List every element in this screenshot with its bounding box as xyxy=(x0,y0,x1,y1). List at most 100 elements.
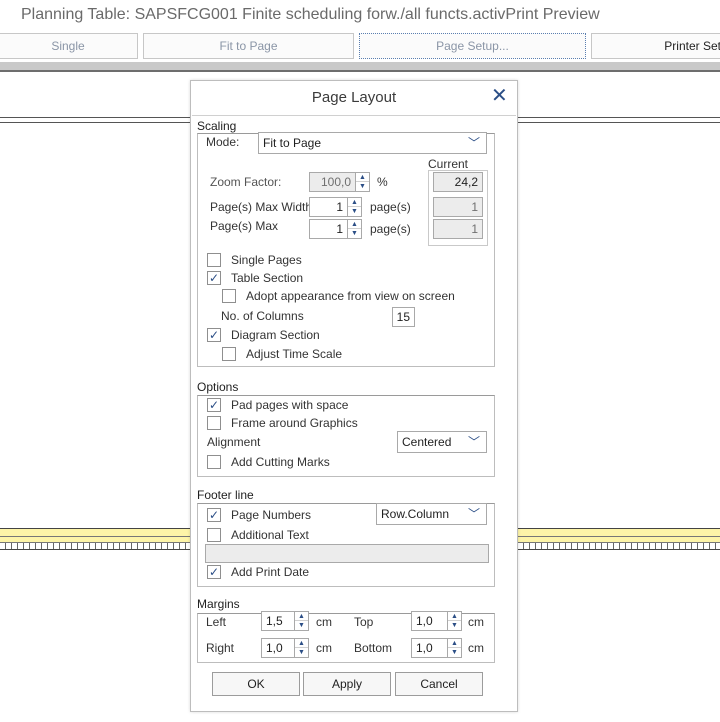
zoom-current-value: 24,2 xyxy=(433,172,483,192)
table-section-checkbox[interactable]: ✓ xyxy=(207,271,221,285)
spin-down-icon[interactable]: ▼ xyxy=(348,229,361,238)
max-width-input[interactable]: 1 xyxy=(309,197,348,217)
bottom-margin-spinner[interactable]: ▲ ▼ xyxy=(448,638,462,658)
spin-down-icon[interactable]: ▼ xyxy=(448,648,461,657)
additional-text-label: Additional Text xyxy=(231,528,309,542)
top-margin-unit: cm xyxy=(468,615,484,629)
preview-header-bar xyxy=(0,62,720,72)
adopt-appearance-label: Adopt appearance from view on screen xyxy=(246,289,455,303)
max-current-value: 1 xyxy=(433,219,483,239)
zoom-factor-spinner[interactable]: ▲ ▼ xyxy=(356,172,370,192)
frame-graphics-checkbox[interactable] xyxy=(207,416,221,430)
left-margin-unit: cm xyxy=(316,615,332,629)
right-margin-unit: cm xyxy=(316,641,332,655)
alignment-select[interactable]: Centered ﹀ xyxy=(397,431,487,453)
max-input[interactable]: 1 xyxy=(309,219,348,239)
additional-text-checkbox[interactable] xyxy=(207,528,221,542)
mode-select[interactable]: Fit to Page ﹀ xyxy=(258,132,487,154)
columns-label: No. of Columns xyxy=(221,309,304,323)
fit-to-page-button[interactable]: Fit to Page xyxy=(143,33,354,59)
single-button[interactable]: Single xyxy=(0,33,138,59)
bottom-margin-unit: cm xyxy=(468,641,484,655)
left-margin-label: Left xyxy=(206,615,227,629)
spin-down-icon[interactable]: ▼ xyxy=(356,182,369,191)
page-setup-button[interactable]: Page Setup... xyxy=(359,33,586,59)
cutting-marks-label: Add Cutting Marks xyxy=(231,455,330,469)
top-margin-label: Top xyxy=(354,615,374,629)
max-width-current-value: 1 xyxy=(433,197,483,217)
top-margin-input[interactable]: 1,0 xyxy=(411,611,448,631)
zoom-unit: % xyxy=(377,175,388,189)
spin-up-icon[interactable]: ▲ xyxy=(295,612,308,621)
window-title: Planning Table: SAPSFCG001 Finite schedu… xyxy=(21,6,600,23)
spin-up-icon[interactable]: ▲ xyxy=(356,173,369,182)
margins-group-label: Margins xyxy=(197,597,240,611)
page-numbers-checkbox[interactable]: ✓ xyxy=(207,508,221,522)
spin-down-icon[interactable]: ▼ xyxy=(295,621,308,630)
diagram-section-checkbox[interactable]: ✓ xyxy=(207,328,221,342)
dialog-title: Page Layout xyxy=(311,89,397,106)
left-margin-input[interactable]: 1,5 xyxy=(261,611,295,631)
ok-button[interactable]: OK xyxy=(212,672,300,696)
page-layout-dialog: Page Layout ✕ Scaling Mode: Fit to Page … xyxy=(190,80,518,712)
right-margin-spinner[interactable]: ▲ ▼ xyxy=(295,638,309,658)
title-separator xyxy=(192,115,516,116)
spin-up-icon[interactable]: ▲ xyxy=(348,220,361,229)
max-width-label: Page(s) Max Width xyxy=(210,200,313,214)
preview-gantt-strip-left xyxy=(0,528,190,550)
mode-value: Fit to Page xyxy=(263,136,322,150)
bottom-margin-label: Bottom xyxy=(354,641,393,655)
chevron-down-icon: ﹀ xyxy=(467,435,480,449)
alignment-label: Alignment xyxy=(207,435,261,449)
footer-group-label: Footer line xyxy=(197,488,254,502)
chevron-down-icon: ﹀ xyxy=(467,507,480,521)
chevron-down-icon: ﹀ xyxy=(467,136,480,150)
pad-pages-label: Pad pages with space xyxy=(231,398,349,412)
zoom-factor-label: Zoom Factor: xyxy=(210,175,282,189)
spin-down-icon[interactable]: ▼ xyxy=(295,648,308,657)
bottom-margin-input[interactable]: 1,0 xyxy=(411,638,448,658)
columns-input[interactable]: 15 xyxy=(392,307,415,327)
scaling-group-label: Scaling xyxy=(197,119,237,133)
options-group-label: Options xyxy=(197,380,239,394)
right-margin-label: Right xyxy=(206,641,235,655)
spin-down-icon[interactable]: ▼ xyxy=(448,621,461,630)
spin-down-icon[interactable]: ▼ xyxy=(348,207,361,216)
adopt-appearance-checkbox[interactable] xyxy=(222,289,236,303)
spin-up-icon[interactable]: ▲ xyxy=(295,639,308,648)
table-section-label: Table Section xyxy=(231,271,304,285)
printer-settings-button[interactable]: Printer Set xyxy=(591,33,720,59)
max-label: Page(s) Max xyxy=(210,219,279,233)
preview-gantt-strip-right xyxy=(518,528,720,550)
right-margin-input[interactable]: 1,0 xyxy=(261,638,295,658)
single-pages-label: Single Pages xyxy=(231,253,302,267)
max-spinner[interactable]: ▲ ▼ xyxy=(348,219,362,239)
spin-up-icon[interactable]: ▲ xyxy=(348,198,361,207)
page-numbers-format-value: Row.Column xyxy=(381,507,450,521)
spin-up-icon[interactable]: ▲ xyxy=(448,639,461,648)
apply-button[interactable]: Apply xyxy=(303,672,391,696)
zoom-factor-input[interactable]: 100,0 xyxy=(309,172,356,192)
current-label: Current xyxy=(428,157,469,171)
toolbar: Single Fit to Page Page Setup... Printer… xyxy=(0,30,720,62)
adjust-time-scale-checkbox[interactable] xyxy=(222,347,236,361)
max-unit: page(s) xyxy=(370,222,411,236)
page-numbers-label: Page Numbers xyxy=(231,508,312,522)
max-width-spinner[interactable]: ▲ ▼ xyxy=(348,197,362,217)
print-date-checkbox[interactable]: ✓ xyxy=(207,565,221,579)
close-icon[interactable]: ✕ xyxy=(491,86,508,106)
print-date-label: Add Print Date xyxy=(231,565,310,579)
cutting-marks-checkbox[interactable] xyxy=(207,455,221,469)
mode-label: Mode: xyxy=(206,135,240,149)
left-margin-spinner[interactable]: ▲ ▼ xyxy=(295,611,309,631)
pad-pages-checkbox[interactable]: ✓ xyxy=(207,398,221,412)
page-numbers-format-select[interactable]: Row.Column ﹀ xyxy=(376,503,487,525)
alignment-value: Centered xyxy=(402,435,452,449)
cancel-button[interactable]: Cancel xyxy=(395,672,483,696)
spin-up-icon[interactable]: ▲ xyxy=(448,612,461,621)
diagram-section-label: Diagram Section xyxy=(231,328,320,342)
top-margin-spinner[interactable]: ▲ ▼ xyxy=(448,611,462,631)
adjust-time-scale-label: Adjust Time Scale xyxy=(246,347,343,361)
additional-text-input[interactable] xyxy=(205,544,489,563)
single-pages-checkbox[interactable] xyxy=(207,253,221,267)
